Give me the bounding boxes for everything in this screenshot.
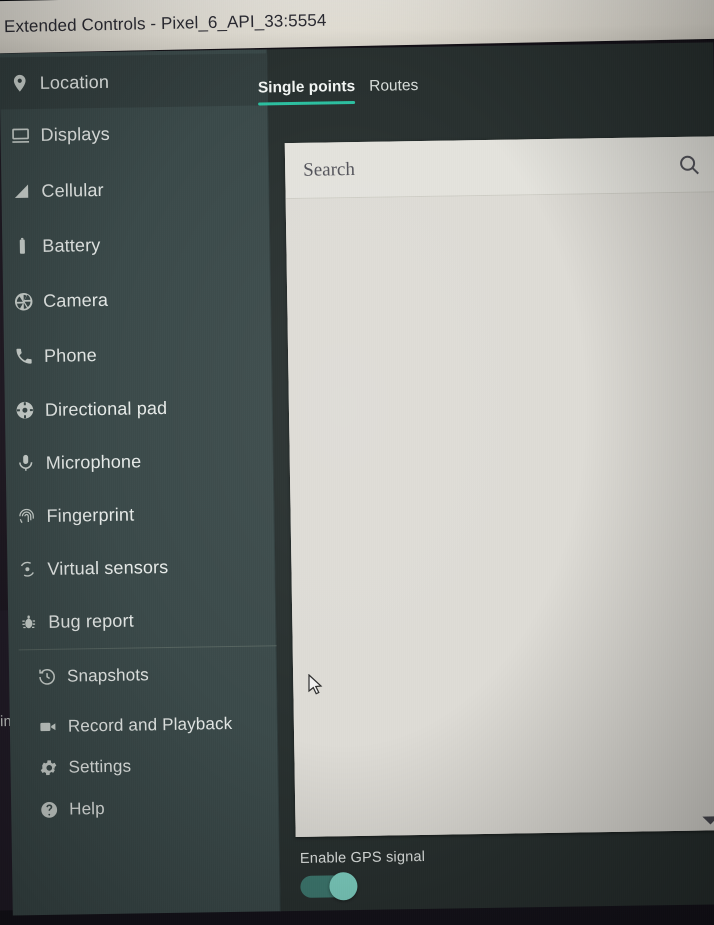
window-title: Extended Controls - Pixel_6_API_33:5554	[3, 10, 327, 37]
sidebar-item-directional-pad[interactable]: Directional pad	[5, 380, 274, 436]
sidebar-item-label: Camera	[43, 289, 109, 311]
sidebar-item-bug-report[interactable]: Bug report	[8, 592, 277, 648]
tab-routes[interactable]: Routes	[369, 77, 419, 108]
search-input[interactable]	[303, 153, 664, 182]
points-list-body[interactable]	[285, 192, 714, 838]
sidebar-item-microphone[interactable]: Microphone	[5, 433, 274, 489]
fingerprint-icon	[6, 503, 46, 530]
gps-control-group: Enable GPS signal	[299, 848, 426, 901]
points-list-card	[284, 136, 714, 838]
chevron-down-icon[interactable]	[702, 816, 714, 825]
sidebar-item-help[interactable]: Help	[11, 780, 280, 836]
sidebar: Location Displays Cellular Battery Camer…	[0, 49, 281, 916]
sidebar-item-label: Cellular	[41, 179, 104, 201]
sidebar-item-fingerprint[interactable]: Fingerprint	[6, 486, 275, 542]
toggle-knob	[329, 872, 358, 901]
sidebar-item-virtual-sensors[interactable]: Virtual sensors	[7, 539, 276, 595]
sidebar-item-label: Directional pad	[44, 397, 168, 420]
bug-icon	[8, 609, 48, 636]
sidebar-item-battery[interactable]: Battery	[2, 216, 271, 272]
sidebar-item-label: Snapshots	[66, 665, 149, 686]
sidebar-item-label: Help	[69, 799, 105, 819]
phone-handset-icon	[4, 343, 44, 370]
screen-photo: im Extended Controls - Pixel_6_API_33:55…	[0, 0, 714, 925]
sidebar-item-label: Phone	[43, 344, 98, 366]
sidebar-item-label: Displays	[40, 123, 110, 145]
sidebar-item-camera[interactable]: Camera	[3, 271, 272, 327]
history-clock-icon	[27, 664, 67, 691]
location-pin-icon	[0, 70, 40, 97]
question-circle-icon	[29, 797, 69, 824]
sidebar-item-displays[interactable]: Displays	[0, 105, 269, 161]
mouse-cursor	[308, 673, 324, 696]
sidebar-item-label: Virtual sensors	[47, 556, 169, 579]
sidebar-item-cellular[interactable]: Cellular	[1, 161, 270, 217]
sidebar-item-label: Battery	[42, 234, 101, 256]
sidebar-item-label: Fingerprint	[46, 504, 135, 526]
gps-toggle-label: Enable GPS signal	[299, 848, 426, 867]
gear-icon	[28, 755, 68, 782]
sidebar-item-phone[interactable]: Phone	[4, 326, 273, 382]
sidebar-item-label: Microphone	[45, 450, 142, 473]
sidebar-item-label: Settings	[68, 756, 132, 777]
panel-tabs: Single points Routes	[258, 77, 419, 110]
aperture-icon	[3, 288, 43, 315]
signal-bars-icon	[1, 178, 41, 205]
sensors-icon	[7, 556, 47, 583]
battery-icon	[2, 233, 42, 260]
sidebar-item-label: Record and Playback	[67, 713, 233, 736]
sidebar-item-location[interactable]: Location	[0, 53, 269, 110]
microphone-icon	[6, 450, 46, 477]
sidebar-item-label: Location	[39, 71, 110, 93]
sidebar-item-label: Bug report	[48, 610, 134, 632]
search-icon[interactable]	[663, 152, 714, 177]
gps-toggle[interactable]	[300, 872, 358, 901]
video-camera-icon	[28, 714, 68, 741]
tab-single-points[interactable]: Single points	[258, 78, 356, 110]
dpad-icon	[5, 397, 45, 424]
extended-controls-dialog: Location Displays Cellular Battery Camer…	[0, 38, 714, 916]
sidebar-item-snapshots[interactable]: Snapshots	[9, 647, 278, 703]
search-bar[interactable]	[284, 136, 714, 200]
monitor-icon	[0, 122, 40, 149]
